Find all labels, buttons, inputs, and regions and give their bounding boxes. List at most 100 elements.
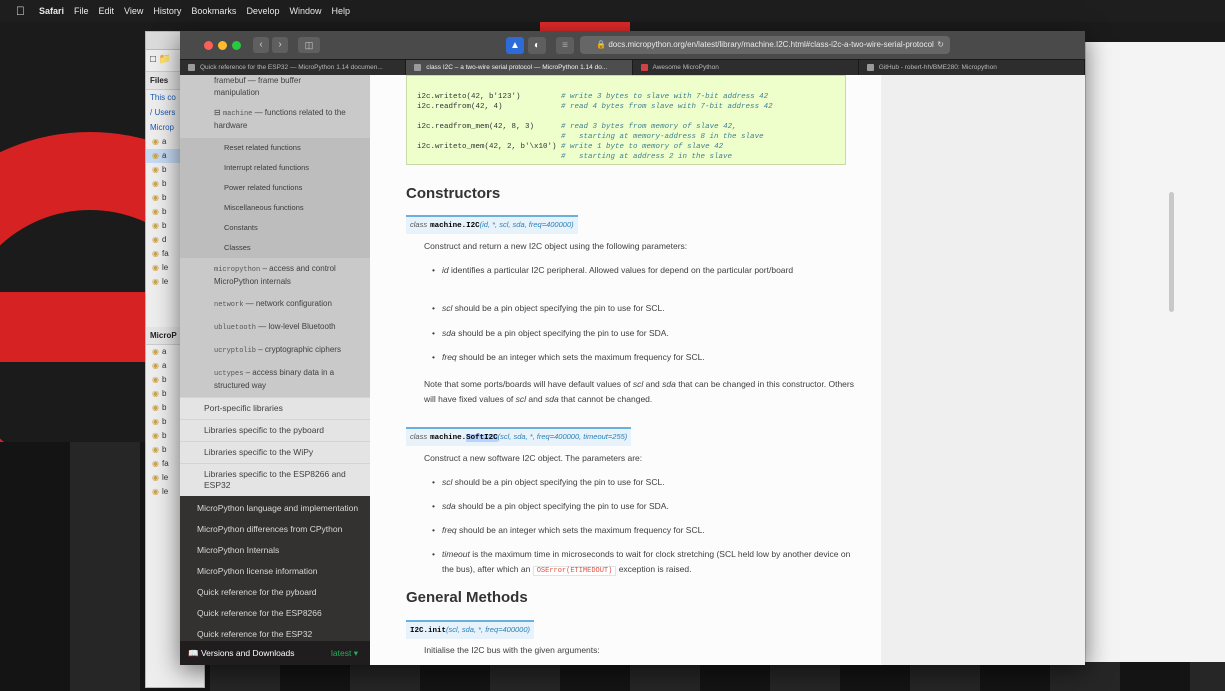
apple-menu-icon[interactable]:  (16, 4, 25, 18)
note-param: scl (632, 379, 644, 389)
back-button[interactable]: ‹ (253, 37, 269, 53)
menu-help[interactable]: Help (331, 6, 350, 16)
close-window-button[interactable] (204, 40, 213, 50)
code-comment: # starting at memory-address 8 in the sl… (561, 133, 764, 141)
code-padding (417, 133, 561, 141)
menu-view[interactable]: View (124, 6, 143, 16)
sidebar-item-level1[interactable]: Libraries specific to the WiPy (180, 441, 370, 463)
menu-safari[interactable]: Safari (39, 6, 64, 16)
extension-icon[interactable]: ▲ (506, 36, 524, 54)
code-padding (417, 153, 561, 161)
code-padding (534, 123, 561, 131)
sidebar-item-level1[interactable]: Libraries specific to the pyboard (180, 419, 370, 441)
sidebar-item-level1[interactable]: Port-specific libraries (180, 397, 370, 419)
sidebar-item-framebuf[interactable]: framebuf — frame buffer manipulation (180, 75, 370, 101)
param-name: scl (442, 303, 453, 313)
code-line: i2c.readfrom(42, 4) # read 4 bytes from … (417, 102, 835, 112)
code-text: i2c.writeto(42, b'123') (417, 93, 521, 101)
sig-keyword: class (410, 432, 428, 441)
forward-button[interactable]: › (272, 37, 288, 53)
background-window-scrollbar[interactable] (1169, 192, 1174, 312)
code-line: i2c.readfrom_mem(42, 8, 3) # read 3 byte… (417, 122, 835, 132)
note-text: and (643, 379, 663, 389)
lock-icon: 🔒 (596, 40, 609, 49)
code-comment: # starting at address 2 in the slave (561, 153, 733, 161)
param-name: freq (442, 352, 457, 362)
menu-history[interactable]: History (153, 6, 181, 16)
sidebar-subitem[interactable]: Power related functions (180, 178, 370, 198)
address-bar[interactable]: 🔒 docs.micropython.org/en/latest/library… (580, 36, 950, 54)
reload-icon[interactable]: ↻ (937, 36, 944, 54)
doc-favicon-icon (188, 63, 195, 71)
param-text: identifies a particular I2C peripheral. … (448, 265, 794, 275)
sig-args: (scl, sda, *, freq=400000) (446, 625, 531, 634)
param-text: should be a pin object specifying the pi… (452, 303, 665, 313)
i2c-constructor-signature: class machine.I2C(id, *, scl, sda, freq=4… (406, 215, 578, 234)
sidebar-item-toplevel[interactable]: MicroPython license information (180, 561, 370, 582)
tab-github-bme280[interactable]: GitHub - robert-hh/BME280: Micropython (859, 60, 1085, 75)
param-name: freq (442, 525, 457, 535)
minimize-window-button[interactable] (218, 40, 227, 50)
sidebar-item-toplevel[interactable]: MicroPython differences from CPython (180, 519, 370, 540)
version-badge[interactable]: latest ▾ (331, 641, 358, 665)
param-name: timeout (442, 549, 470, 559)
tab-esp32-quickref[interactable]: Quick reference for the ESP32 — MicroPyt… (180, 60, 407, 75)
note-param: scl (515, 394, 527, 404)
sidebar-subitem[interactable]: Classes (180, 238, 370, 258)
param-text: should be an integer which sets the maxi… (456, 525, 705, 535)
module-name: ubluetooth (214, 324, 257, 332)
sidebar-subitem[interactable]: Reset related functions (180, 138, 370, 158)
sidebar-item-module[interactable]: network — network configuration (180, 293, 370, 316)
module-name: network (214, 301, 244, 309)
param-item: scl should be a pin object specifying th… (432, 301, 852, 316)
sidebar-item-machine[interactable]: ⊟ machine — functions related to the har… (180, 101, 370, 138)
sidebar-item-toplevel[interactable]: MicroPython Internals (180, 540, 370, 561)
code-padding (503, 103, 562, 111)
version-label: latest (331, 648, 352, 658)
sidebar-item-label: framebuf — frame buffer (214, 76, 301, 85)
sidebar-toggle-icon[interactable]: ◫ (298, 37, 320, 53)
module-name: machine (222, 110, 253, 118)
menu-edit[interactable]: Edit (99, 6, 115, 16)
code-example: i2c.writeto(42, b'123') # write 3 bytes … (406, 75, 846, 165)
tab-awesome-micropython[interactable]: Awesome MicroPython (633, 60, 859, 75)
sidebar-item-toplevel[interactable]: Quick reference for the pyboard (180, 582, 370, 603)
note-text: and (526, 394, 545, 404)
menu-develop[interactable]: Develop (246, 6, 279, 16)
versions-footer[interactable]: 📖 Versions and Downloads latest ▾ (180, 641, 370, 665)
constructors-heading: Constructors (406, 185, 501, 202)
sidebar-item-module[interactable]: ubluetooth — low-level Bluetooth (180, 316, 370, 339)
web-page: framebuf — frame buffer manipulation ⊟ m… (180, 75, 1085, 665)
sidebar-item-module[interactable]: uctypes – access binary data in a struct… (180, 362, 370, 397)
tab-title: Awesome MicroPython (652, 64, 719, 71)
sig-name-highlighted: SoftI2C (466, 434, 498, 442)
sidebar-item-label: — low-level Bluetooth (256, 322, 336, 331)
note-param: sda (662, 379, 676, 389)
menu-bar:  Safari File Edit View History Bookmark… (0, 0, 1225, 22)
docs-sidebar: framebuf — frame buffer manipulation ⊟ m… (180, 75, 370, 665)
code-line: # starting at address 2 in the slave (417, 152, 835, 162)
code-comment: # read 3 bytes from memory of slave 42, (561, 123, 737, 131)
reader-mode-icon[interactable]: ≡ (556, 36, 574, 54)
sidebar-subitem[interactable]: Interrupt related functions (180, 158, 370, 178)
menu-window[interactable]: Window (289, 6, 321, 16)
sidebar-item-module[interactable]: micropython – access and control MicroPy… (180, 258, 370, 293)
zoom-window-button[interactable] (232, 40, 241, 50)
menu-file[interactable]: File (74, 6, 89, 16)
code-line (417, 112, 835, 122)
collapse-icon[interactable]: ⊟ (214, 108, 223, 117)
background-window[interactable] (1085, 42, 1225, 662)
param-text: should be a pin object specifying the pi… (455, 501, 669, 511)
sidebar-item-toplevel[interactable]: Quick reference for the ESP8266 (180, 603, 370, 624)
sidebar-item-level1[interactable]: Libraries specific to the ESP8266 and ES… (180, 463, 370, 496)
menu-bookmarks[interactable]: Bookmarks (191, 6, 236, 16)
code-line: # starting at memory-address 8 in the sl… (417, 132, 835, 142)
code-padding (521, 93, 562, 101)
sidebar-subitem[interactable]: Miscellaneous functions (180, 198, 370, 218)
privacy-report-icon[interactable]: ◐ (528, 36, 546, 54)
tab-bar: Quick reference for the ESP32 — MicroPyt… (180, 59, 1085, 75)
sidebar-item-toplevel[interactable]: MicroPython language and implementation (180, 498, 370, 519)
tab-i2c-class[interactable]: class I2C – a two-wire serial protocol —… (406, 60, 633, 75)
sidebar-subitem[interactable]: Constants (180, 218, 370, 238)
sidebar-item-module[interactable]: ucryptolib – cryptographic ciphers (180, 339, 370, 362)
